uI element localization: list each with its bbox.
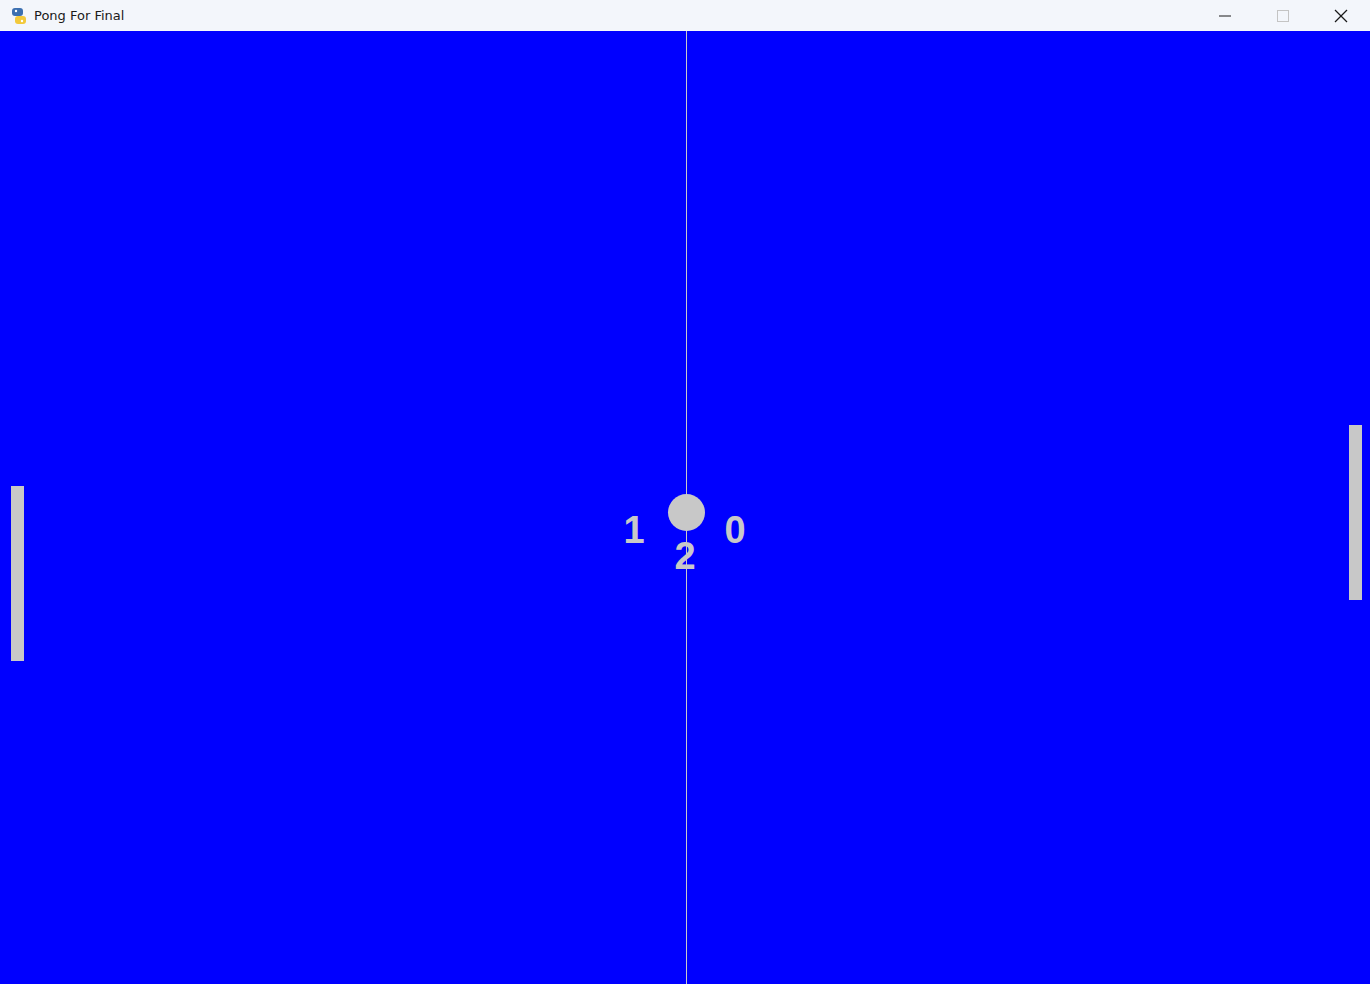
window-title: Pong For Final <box>34 8 124 23</box>
right-score: 0 <box>715 508 755 552</box>
maximize-icon <box>1277 10 1289 22</box>
ball <box>668 494 705 531</box>
close-icon <box>1334 9 1348 23</box>
maximize-button <box>1254 0 1312 31</box>
minimize-icon <box>1219 10 1231 22</box>
countdown: 2 <box>665 534 705 578</box>
left-paddle[interactable] <box>11 486 24 661</box>
left-score: 1 <box>614 508 654 552</box>
game-window: Pong For Final 1 02 <box>0 0 1370 984</box>
close-button[interactable] <box>1312 0 1370 31</box>
title-bar: Pong For Final <box>0 0 1370 31</box>
right-paddle[interactable] <box>1349 425 1362 600</box>
play-field: 1 02 <box>0 31 1370 984</box>
python-icon <box>10 7 28 25</box>
minimize-button[interactable] <box>1196 0 1254 31</box>
